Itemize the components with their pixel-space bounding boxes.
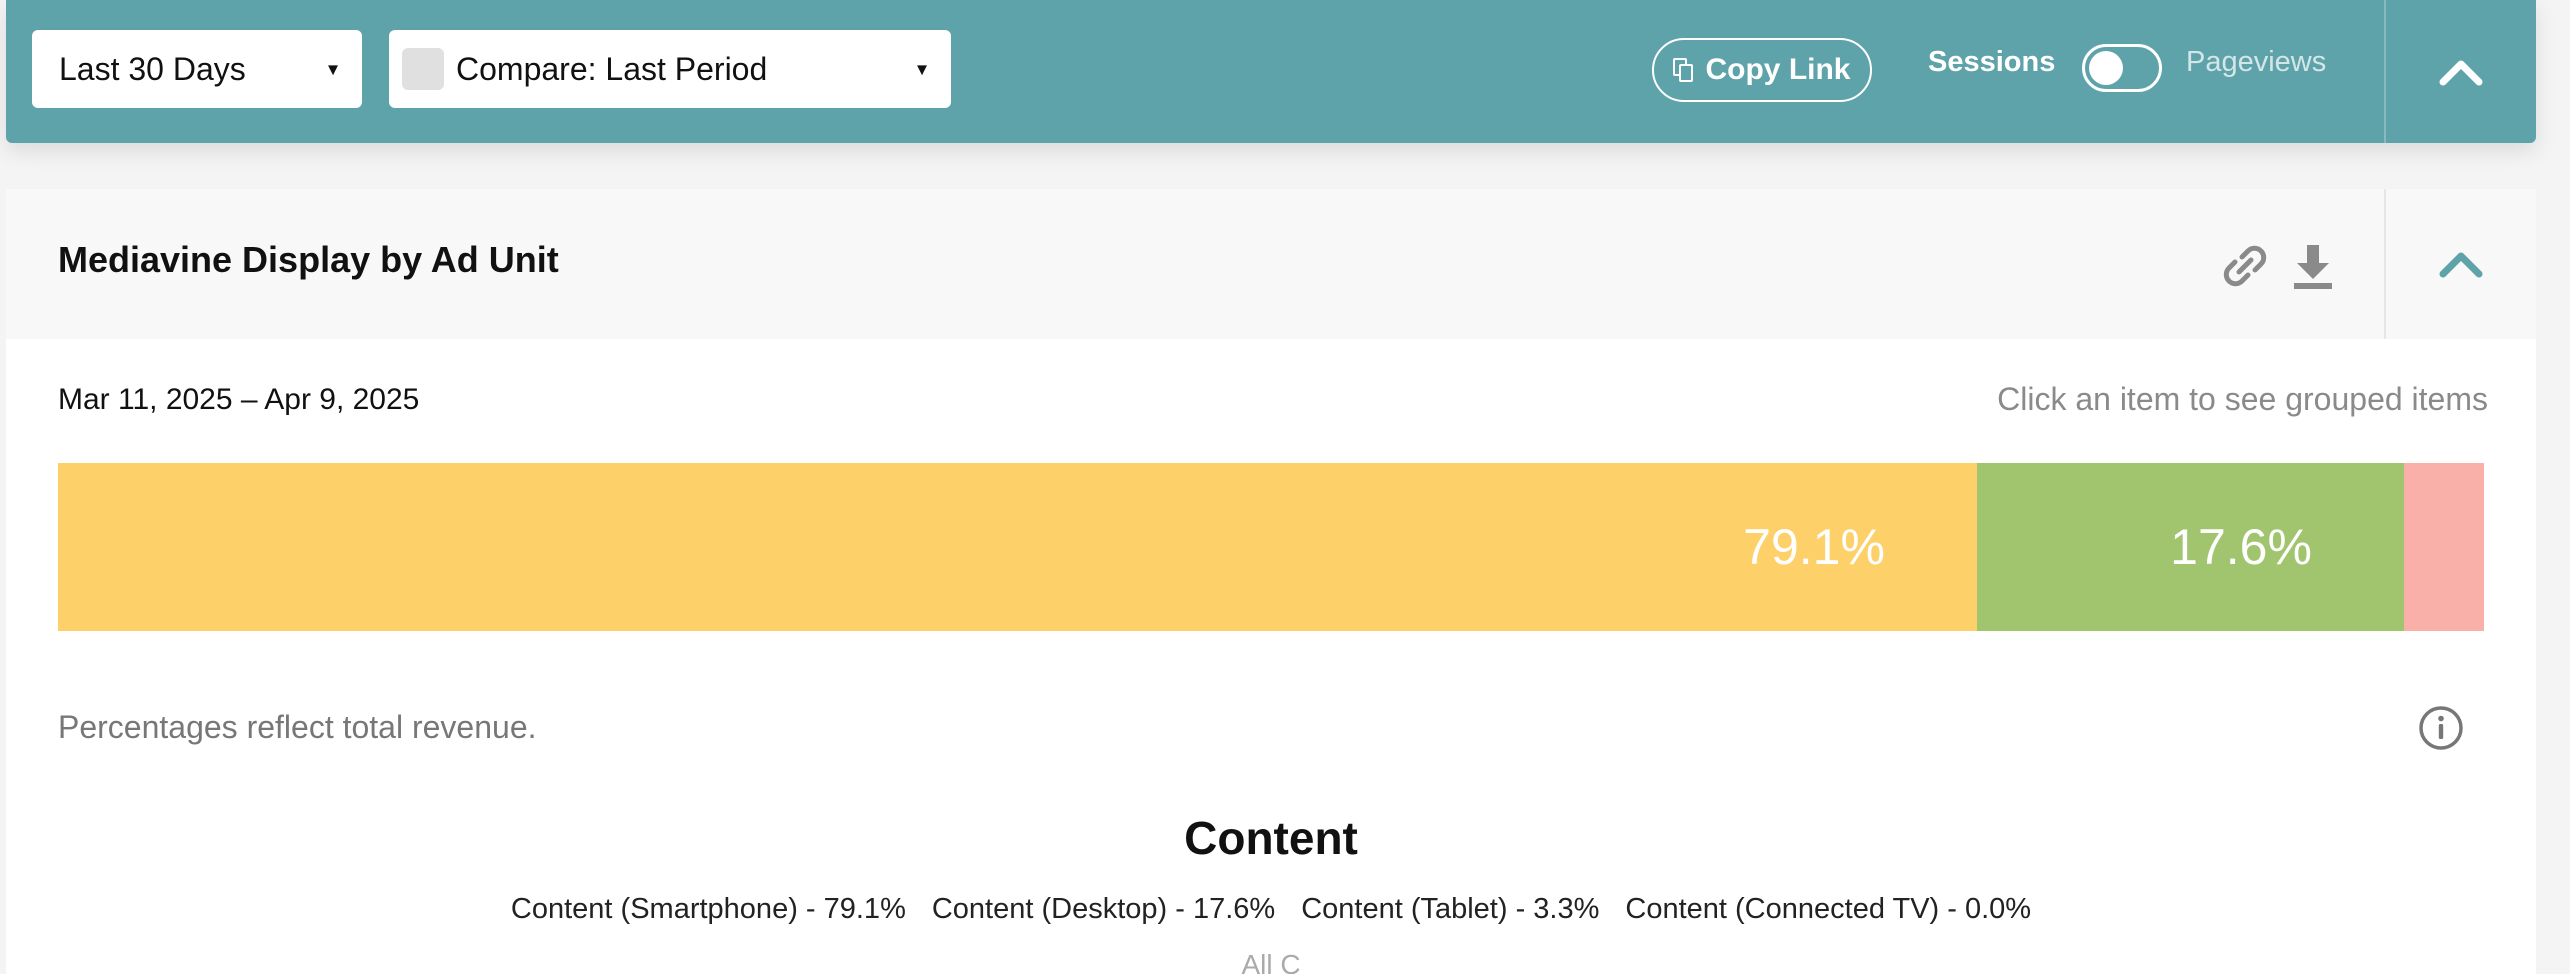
date-range-select[interactable]: Last 30 Days ▾ [32,30,362,108]
bar-segment-label: 17.6% [2170,519,2312,575]
sessions-label: Sessions [1928,46,2056,78]
legend-item-tablet[interactable]: Content (Tablet) - 3.3% [1301,893,1599,926]
download-button[interactable] [2288,239,2338,293]
toggle-knob [2089,51,2123,85]
link-button[interactable] [2218,239,2272,293]
all-items-label: All C [1241,949,1301,974]
info-icon [2419,706,2463,750]
chevron-down-icon: ▾ [916,58,927,81]
compare-checkbox[interactable] [402,48,444,90]
chevron-up-icon [2439,60,2483,85]
bar-segment-smartphone[interactable]: 79.1% [58,463,1977,631]
sessions-pageviews-toggle[interactable] [2082,44,2162,92]
copy-link-label: Copy Link [1705,53,1851,86]
grouped-items-hint: Click an item to see grouped items [1997,381,2488,417]
card-title: Mediavine Display by Ad Unit [58,239,559,280]
chevron-up-icon [2439,252,2483,278]
copy-link-button[interactable]: Copy Link [1652,38,1872,102]
chevron-down-icon: ▾ [327,58,338,81]
card-header: Mediavine Display by Ad Unit [6,189,2536,339]
compare-select[interactable]: Compare: Last Period ▾ [389,30,951,108]
bar-segment-label: 79.1% [1743,519,1885,575]
pageviews-label: Pageviews [2186,46,2327,78]
collapse-filters-button[interactable] [2386,0,2536,143]
info-button[interactable] [2416,703,2466,753]
legend: Content (Smartphone) - 79.1% Content (De… [6,893,2536,926]
bar-segment-desktop[interactable]: 17.6% [1976,463,2404,631]
legend-title: Content [1184,812,1358,864]
date-range-text: Mar 11, 2025 – Apr 9, 2025 [58,383,420,416]
compare-value: Compare: Last Period [456,50,768,87]
link-icon [2223,245,2267,287]
bar-segment-tablet[interactable] [2403,463,2484,631]
revenue-note: Percentages reflect total revenue. [58,709,537,745]
collapse-card-button[interactable] [2386,189,2536,339]
legend-item-connected-tv[interactable]: Content (Connected TV) - 0.0% [1625,893,2031,926]
copy-icon [1673,58,1694,82]
filter-toolbar: Last 30 Days ▾ Compare: Last Period ▾ Co… [6,0,2536,143]
legend-item-smartphone[interactable]: Content (Smartphone) - 79.1% [511,893,906,926]
download-icon [2294,245,2332,289]
date-range-value: Last 30 Days [59,50,246,87]
ad-unit-card: Mediavine Display by Ad Unit Mar 11, 202… [6,189,2536,974]
stacked-bar-chart: 79.1% 17.6% [58,463,2484,631]
legend-item-desktop[interactable]: Content (Desktop) - 17.6% [932,893,1275,926]
